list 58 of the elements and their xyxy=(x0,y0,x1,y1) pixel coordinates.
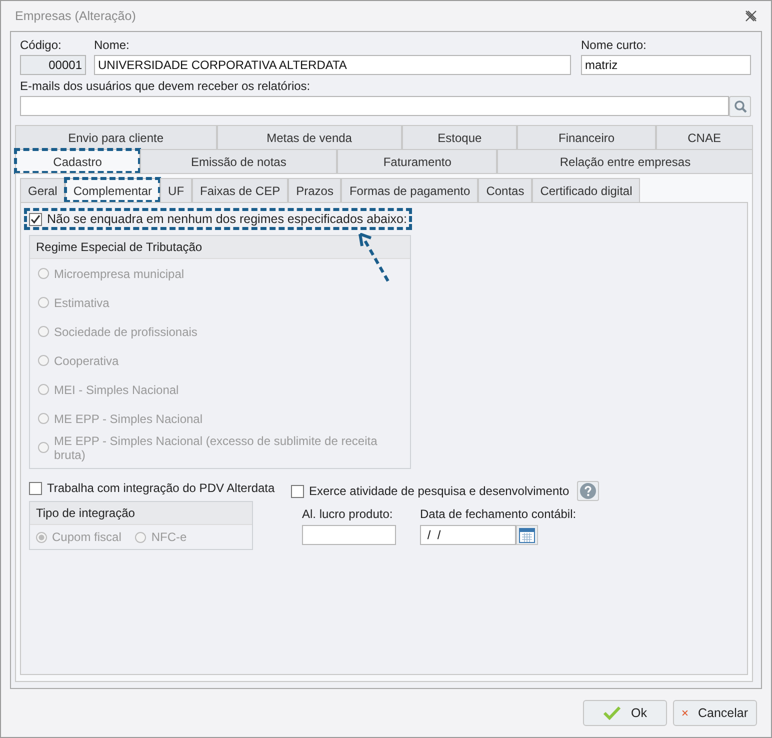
tab[interactable]: Certificado digital xyxy=(532,178,640,202)
tab[interactable]: Relação entre empresas xyxy=(497,149,753,173)
radio-label: ME EPP - Simples Nacional (excesso de sublimite de receita bruta) xyxy=(54,434,378,462)
tab[interactable]: Prazos xyxy=(288,178,342,202)
close-icon[interactable] xyxy=(745,10,757,22)
group-title: Regime Especial de Tributação xyxy=(30,236,410,259)
radio-label: MEI - Simples Nacional xyxy=(54,382,179,396)
tab[interactable]: Geral xyxy=(20,178,66,202)
tab[interactable]: Metas de venda xyxy=(216,125,402,149)
dashed-arrow xyxy=(358,233,392,283)
help-icon xyxy=(580,483,596,499)
tab[interactable]: Cadastro xyxy=(15,149,140,173)
field-label: Nome curto: xyxy=(581,38,648,52)
field-label: Data de fechamento contábil: xyxy=(420,507,576,521)
tab[interactable]: UF xyxy=(160,178,192,202)
checkbox-label: Exerce atividade de pesquisa e desenvolvimento xyxy=(309,484,570,498)
tab[interactable]: Complementar xyxy=(65,178,160,202)
radio-label: Estimativa xyxy=(54,296,110,310)
tab[interactable]: Envio para cliente xyxy=(15,125,217,149)
checkbox-label: Trabalha com integração do PDV Alterdata xyxy=(47,481,275,495)
emails-field[interactable] xyxy=(20,96,729,116)
checkbox[interactable] xyxy=(29,212,42,226)
ok-button[interactable]: Ok xyxy=(583,700,667,726)
calendar-button[interactable] xyxy=(516,525,538,545)
calendar-icon xyxy=(519,528,535,542)
window-title: Empresas (Alteração) xyxy=(15,9,136,23)
search-icon xyxy=(734,100,746,113)
name-field[interactable]: UNIVERSIDADE CORPORATIVA ALTERDATA xyxy=(94,55,571,75)
field-label: Código: xyxy=(20,38,62,52)
field-label: Al. lucro produto: xyxy=(302,507,394,521)
checkbox-label: Não se enquadra em nenhum dos regimes especificados abaixo: xyxy=(47,212,407,226)
tab[interactable]: Faixas de CEP xyxy=(192,178,288,202)
date-field[interactable]: / / xyxy=(420,525,516,545)
check-icon xyxy=(603,706,621,720)
short-name-field[interactable]: matriz xyxy=(581,55,751,75)
radio-label: Sociedade de profissionais xyxy=(54,324,198,338)
code-field[interactable]: 00001 xyxy=(20,55,86,75)
tab[interactable]: CNAE xyxy=(656,125,754,149)
tab[interactable]: Contas xyxy=(478,178,532,202)
tab[interactable]: Formas de pagamento xyxy=(341,178,478,202)
radio-label: Cupom fiscal xyxy=(52,530,122,544)
checkbox[interactable] xyxy=(29,482,42,494)
profit-rate-field[interactable] xyxy=(302,525,396,545)
search-button[interactable] xyxy=(729,96,751,117)
radio-label: NFC-e xyxy=(151,530,187,544)
tab[interactable]: Faturamento xyxy=(337,149,498,173)
checkbox[interactable] xyxy=(291,484,304,498)
field-label: Nome: xyxy=(94,38,130,52)
group-title: Tipo de integração xyxy=(30,502,252,525)
radio-label: Microempresa municipal xyxy=(54,266,184,280)
tab[interactable]: Financeiro xyxy=(517,125,656,149)
field-label: E-mails dos usuários que devem receber os relatórios: xyxy=(20,79,312,93)
cancel-button[interactable]: Cancelar xyxy=(673,700,757,726)
tab[interactable]: Emissão de notas xyxy=(140,149,338,173)
help-button[interactable] xyxy=(577,481,600,501)
radio-label: Cooperativa xyxy=(54,354,119,368)
radio-label: ME EPP - Simples Nacional xyxy=(54,412,202,426)
tab[interactable]: Estoque xyxy=(402,125,518,149)
